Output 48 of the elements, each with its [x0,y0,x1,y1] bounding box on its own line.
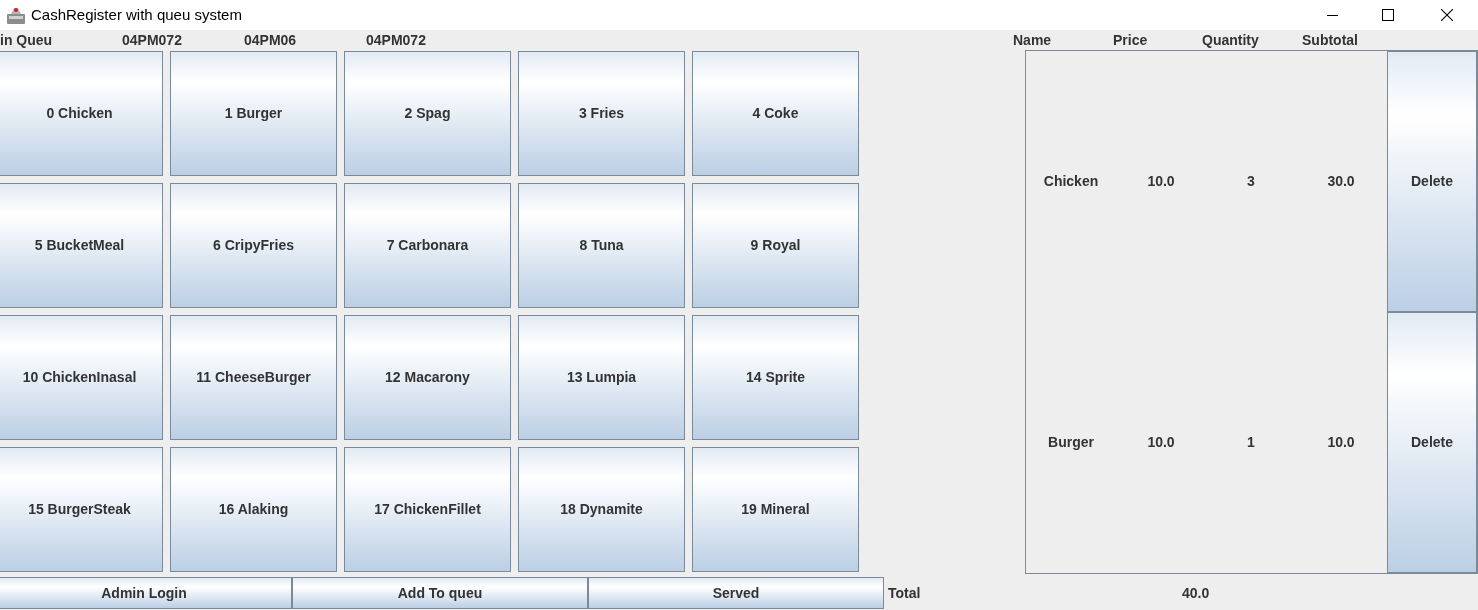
table-cell-text: 3 [1247,172,1255,191]
column-header: Quantity [1202,30,1260,50]
window-title: CashRegister with queu system [31,4,242,25]
total-value: 40.0 [1182,583,1210,603]
table-cell-text: 10.0 [1147,433,1175,452]
menu-item-button[interactable]: 12 Macarony [344,315,511,440]
menu-item-button[interactable]: 17 ChickenFillet [344,447,511,572]
column-header: Price [1113,30,1149,50]
cash-register-icon [5,5,26,25]
menu-item-button[interactable]: 11 CheeseBurger [170,315,337,440]
action-button[interactable]: Served [588,577,884,609]
table-cell-text: 10.0 [1327,433,1355,452]
table-cell-text: 10.0 [1147,172,1175,191]
delete-button[interactable]: Delete [1387,51,1477,312]
table-cell-text: Burger [1048,433,1094,452]
menu-item-button[interactable]: 2 Spag [344,51,511,176]
column-header: Subtotal [1302,30,1359,50]
menu-item-button[interactable]: 5 BucketMeal [0,183,163,308]
column-header: Name [1013,30,1053,50]
menu-item-button[interactable]: 19 Mineral [692,447,859,572]
queue-label: in Queu [0,31,54,50]
action-button[interactable]: Add To queu [292,577,588,609]
menu-item-button[interactable]: 8 Tuna [518,183,685,308]
menu-item-button[interactable]: 13 Lumpia [518,315,685,440]
menu-item-button[interactable]: 7 Carbonara [344,183,511,308]
menu-item-button[interactable]: 15 BurgerSteak [0,447,163,572]
menu-item-button[interactable]: 9 Royal [692,183,859,308]
queue-order-number: 04PM072 [122,31,183,50]
delete-button[interactable]: Delete [1387,312,1477,573]
total-label: Total [888,583,921,603]
menu-item-button[interactable]: 1 Burger [170,51,337,176]
table-cell-text: Chicken [1043,172,1099,191]
menu-item-button[interactable]: 0 Chicken [0,51,163,176]
menu-item-button[interactable]: 16 Alaking [170,447,337,572]
menu-item-button[interactable]: 3 Fries [518,51,685,176]
minimize-icon [1326,14,1338,16]
menu-item-button[interactable]: 18 Dynamite [518,447,685,572]
menu-item-button[interactable]: 4 Coke [692,51,859,176]
menu-item-button[interactable]: 10 ChickenInasal [0,315,163,440]
table-cell-text: 1 [1247,433,1255,452]
close-icon [1441,9,1453,21]
table-cell-text: 30.0 [1327,172,1355,191]
menu-item-button[interactable]: 14 Sprite [692,315,859,440]
queue-order-number: 04PM06 [244,31,298,50]
menu-item-button[interactable]: 6 CripyFries [170,183,337,308]
queue-order-number: 04PM072 [366,31,427,50]
action-button[interactable]: Admin Login [0,577,292,609]
maximize-icon [1382,9,1394,21]
